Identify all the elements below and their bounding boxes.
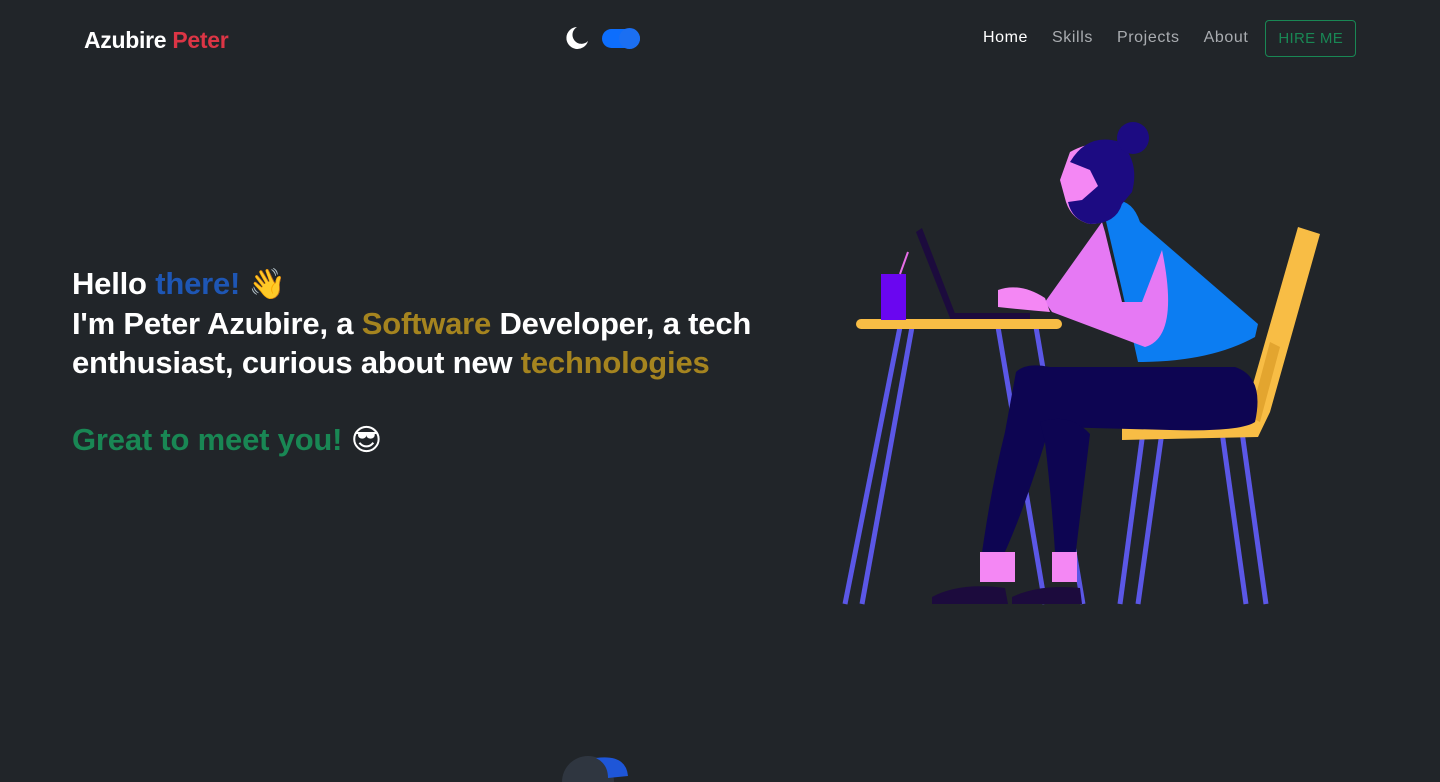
there-text: there!	[155, 266, 241, 301]
hero-description: I'm Peter Azubire, a Software Developer,…	[72, 304, 812, 382]
brand-first-name: Azubire	[84, 27, 167, 53]
scroll-decoration	[562, 756, 628, 782]
nav-projects[interactable]: Projects	[1117, 29, 1180, 47]
sunglasses-face-icon: 😎	[350, 424, 382, 457]
intro-text-1: I'm Peter Azubire, a	[72, 306, 354, 341]
switch-knob	[619, 28, 640, 49]
developer-at-desk-illustration	[842, 122, 1320, 605]
nav-home[interactable]: Home	[983, 29, 1028, 47]
theme-switch[interactable]	[602, 28, 640, 49]
nav-skills[interactable]: Skills	[1052, 29, 1093, 47]
hero-intro: Hello there! 👋 I'm Peter Azubire, a Soft…	[72, 264, 812, 460]
meet-text: Great to meet you!	[72, 422, 343, 457]
moon-icon	[566, 27, 588, 49]
hero-greeting: Hello there! 👋	[72, 264, 812, 304]
theme-toggle[interactable]	[560, 24, 642, 52]
nav-about[interactable]: About	[1204, 29, 1249, 47]
technologies-highlight: technologies	[520, 345, 710, 380]
hire-me-button[interactable]: HIRE ME	[1265, 19, 1356, 57]
cup	[881, 251, 909, 320]
navbar: Azubire Peter Home Skills Projects About…	[0, 0, 1440, 80]
hello-text: Hello	[72, 266, 147, 301]
person	[932, 122, 1258, 604]
brand-logo[interactable]: Azubire Peter	[84, 27, 229, 54]
waving-hand-icon: 👋	[248, 268, 286, 301]
nav-links: Home Skills Projects About HIRE ME	[959, 18, 1356, 58]
greeting-line: Great to meet you! 😎	[72, 420, 812, 460]
software-highlight: Software	[361, 306, 492, 341]
brand-last-name: Peter	[172, 27, 229, 53]
